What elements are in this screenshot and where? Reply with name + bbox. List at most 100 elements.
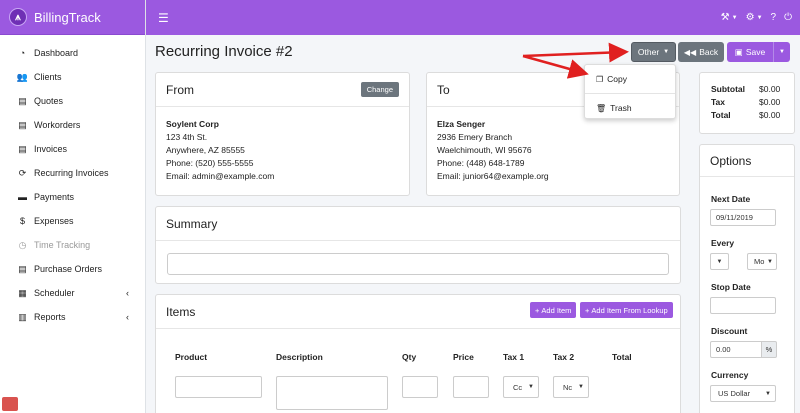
tax-row: Tax $0.00 [711,97,794,110]
backward-icon: ◀◀ [683,47,697,57]
sidebar-item-time-tracking[interactable]: ◷ Time Tracking [0,233,145,257]
sidebar-item-quotes[interactable]: ▤ Quotes [0,89,145,113]
add-lookup-label: Add Item From Lookup [591,305,668,315]
currency-select[interactable]: US Dollar ▼ [710,385,776,402]
sidebar-item-recurring-invoices[interactable]: ⟳ Recurring Invoices [0,161,145,185]
summary-title: Summary [166,216,218,231]
add-item-from-lookup-button[interactable]: + Add Item From Lookup [580,302,673,318]
to-email: Email: junior64@example.org [437,171,549,181]
items-card: Items + Add Item + Add Item From Lookup … [155,294,681,413]
sidebar-item-expenses[interactable]: $ Expenses [0,209,145,233]
total-label: Total [711,110,731,120]
sidebar-item-workorders[interactable]: ▤ Workorders [0,113,145,137]
caret-down-icon: ▼ [767,258,773,265]
sync-icon: ⟳ [18,167,27,178]
chart-icon: ▥ [18,311,27,322]
copy-label: Copy [607,74,628,84]
sidebar-item-clients[interactable]: 👥 Clients [0,65,145,89]
topbar: ☰ ⚒ ▼ ⚙ ▼ ? ⏻ [146,0,800,35]
sidebar-item-label: Reports [34,312,66,322]
sidebar-item-label: Workorders [34,120,81,130]
brand[interactable]: ⩚ BillingTrack [0,0,145,35]
sidebar-item-label: Clients [34,72,62,82]
options-title: Options [710,153,752,168]
to-city: Waelchimouth, WI 95676 [437,145,532,155]
from-street: 123 4th St. [166,132,208,142]
save-button[interactable]: ▣ Save [727,42,773,62]
trash-icon: 🗑 [596,103,607,113]
clock-icon: ◷ [18,239,27,250]
next-date-input[interactable]: 09/11/2019 [710,209,776,226]
to-street: 2936 Emery Branch [437,132,513,142]
file-icon: ▤ [18,143,27,154]
discount-input[interactable]: 0.00 [710,341,762,358]
tax2-select[interactable]: Nc ▼ [553,376,589,398]
help-icon[interactable]: ? [771,12,777,23]
tools-menu[interactable]: ⚒ ▼ [721,12,738,23]
from-name: Soylent Corp [166,119,219,129]
col-total: Total [612,352,632,362]
copy-icon: ❐ [596,74,604,84]
sidebar-item-label: Quotes [34,96,64,106]
caret-down-icon: ▼ [716,258,723,265]
arrow-to-copy-item [522,54,589,79]
currency-value: US Dollar [718,389,751,398]
sidebar-item-scheduler[interactable]: ▦ Scheduler ‹ [0,281,145,305]
add-item-label: Add Item [541,305,572,315]
other-button[interactable]: Other ▼ [631,42,676,62]
every-label: Every [711,238,735,248]
topbar-actions: ⚒ ▼ ⚙ ▼ ? ⏻ [721,12,792,23]
sidebar-item-dashboard[interactable]: ◔ Dashboard [0,41,145,65]
stop-date-input[interactable] [710,297,776,314]
file-icon: ▤ [18,263,27,274]
sidebar-item-invoices[interactable]: ▤ Invoices [0,137,145,161]
sidebar-item-label: Expenses [34,216,74,226]
file-icon: ▤ [18,119,27,130]
summary-input[interactable] [167,253,669,275]
subtotal-value: $0.00 [759,84,781,94]
power-icon[interactable]: ⏻ [784,12,792,23]
sidebar-item-label: Dashboard [34,48,79,58]
sidebar-item-label: Invoices [34,144,68,154]
caret-down-icon: ▼ [756,14,763,21]
options-card: Options Next Date 09/11/2019 Every ▼ Mo … [699,144,795,413]
stop-date-label: Stop Date [711,282,751,292]
col-product: Product [175,352,208,362]
tax1-select[interactable]: Cc ▼ [503,376,539,398]
chevron-left-icon: ‹ [126,312,129,322]
settings-menu[interactable]: ⚙ ▼ [746,12,763,23]
page-title: Recurring Invoice #2 [155,43,293,60]
summary-header: Summary [156,207,680,241]
sidebar-item-payments[interactable]: ▬ Payments [0,185,145,209]
every-number-select[interactable]: ▼ [710,253,729,270]
change-button[interactable]: Change [360,82,399,97]
caret-down-icon: ▼ [528,384,534,390]
tax-value: $0.00 [759,97,781,107]
trash-label: Trash [610,103,632,113]
product-input[interactable] [175,376,262,398]
price-input[interactable] [453,376,489,398]
back-button[interactable]: ◀◀ Back [678,42,724,62]
sidebar: ⩚ BillingTrack ◔ Dashboard 👥 Clients ▤ Q… [0,0,146,413]
description-input[interactable] [276,376,388,410]
corner-app-icon[interactable] [2,397,18,411]
from-card: From Change Soylent Corp 123 4th St. Any… [155,72,410,196]
sidebar-item-reports[interactable]: ▥ Reports ‹ [0,305,145,329]
every-unit-select[interactable]: Mo ▼ [747,253,777,270]
col-price: Price [453,352,474,362]
save-dropdown-toggle[interactable]: ▼ [773,42,790,62]
from-email: Email: admin@example.com [166,171,275,181]
add-item-button[interactable]: + Add Item [530,302,577,318]
copy-menu-item[interactable]: ❐ Copy [585,68,675,90]
sidebar-item-label: Scheduler [34,288,75,298]
from-city: Anywhere, AZ 85555 [166,145,245,155]
qty-input[interactable] [402,376,438,398]
col-qty: Qty [402,352,417,362]
total-value: $0.00 [759,110,781,120]
sidebar-item-label: Time Tracking [34,240,91,250]
every-unit-value: Mo [754,257,765,266]
hamburger-menu-icon[interactable]: ☰ [158,11,169,25]
caret-down-icon: ▼ [779,49,785,55]
trash-menu-item[interactable]: 🗑 Trash [585,97,675,119]
sidebar-item-purchase-orders[interactable]: ▤ Purchase Orders [0,257,145,281]
